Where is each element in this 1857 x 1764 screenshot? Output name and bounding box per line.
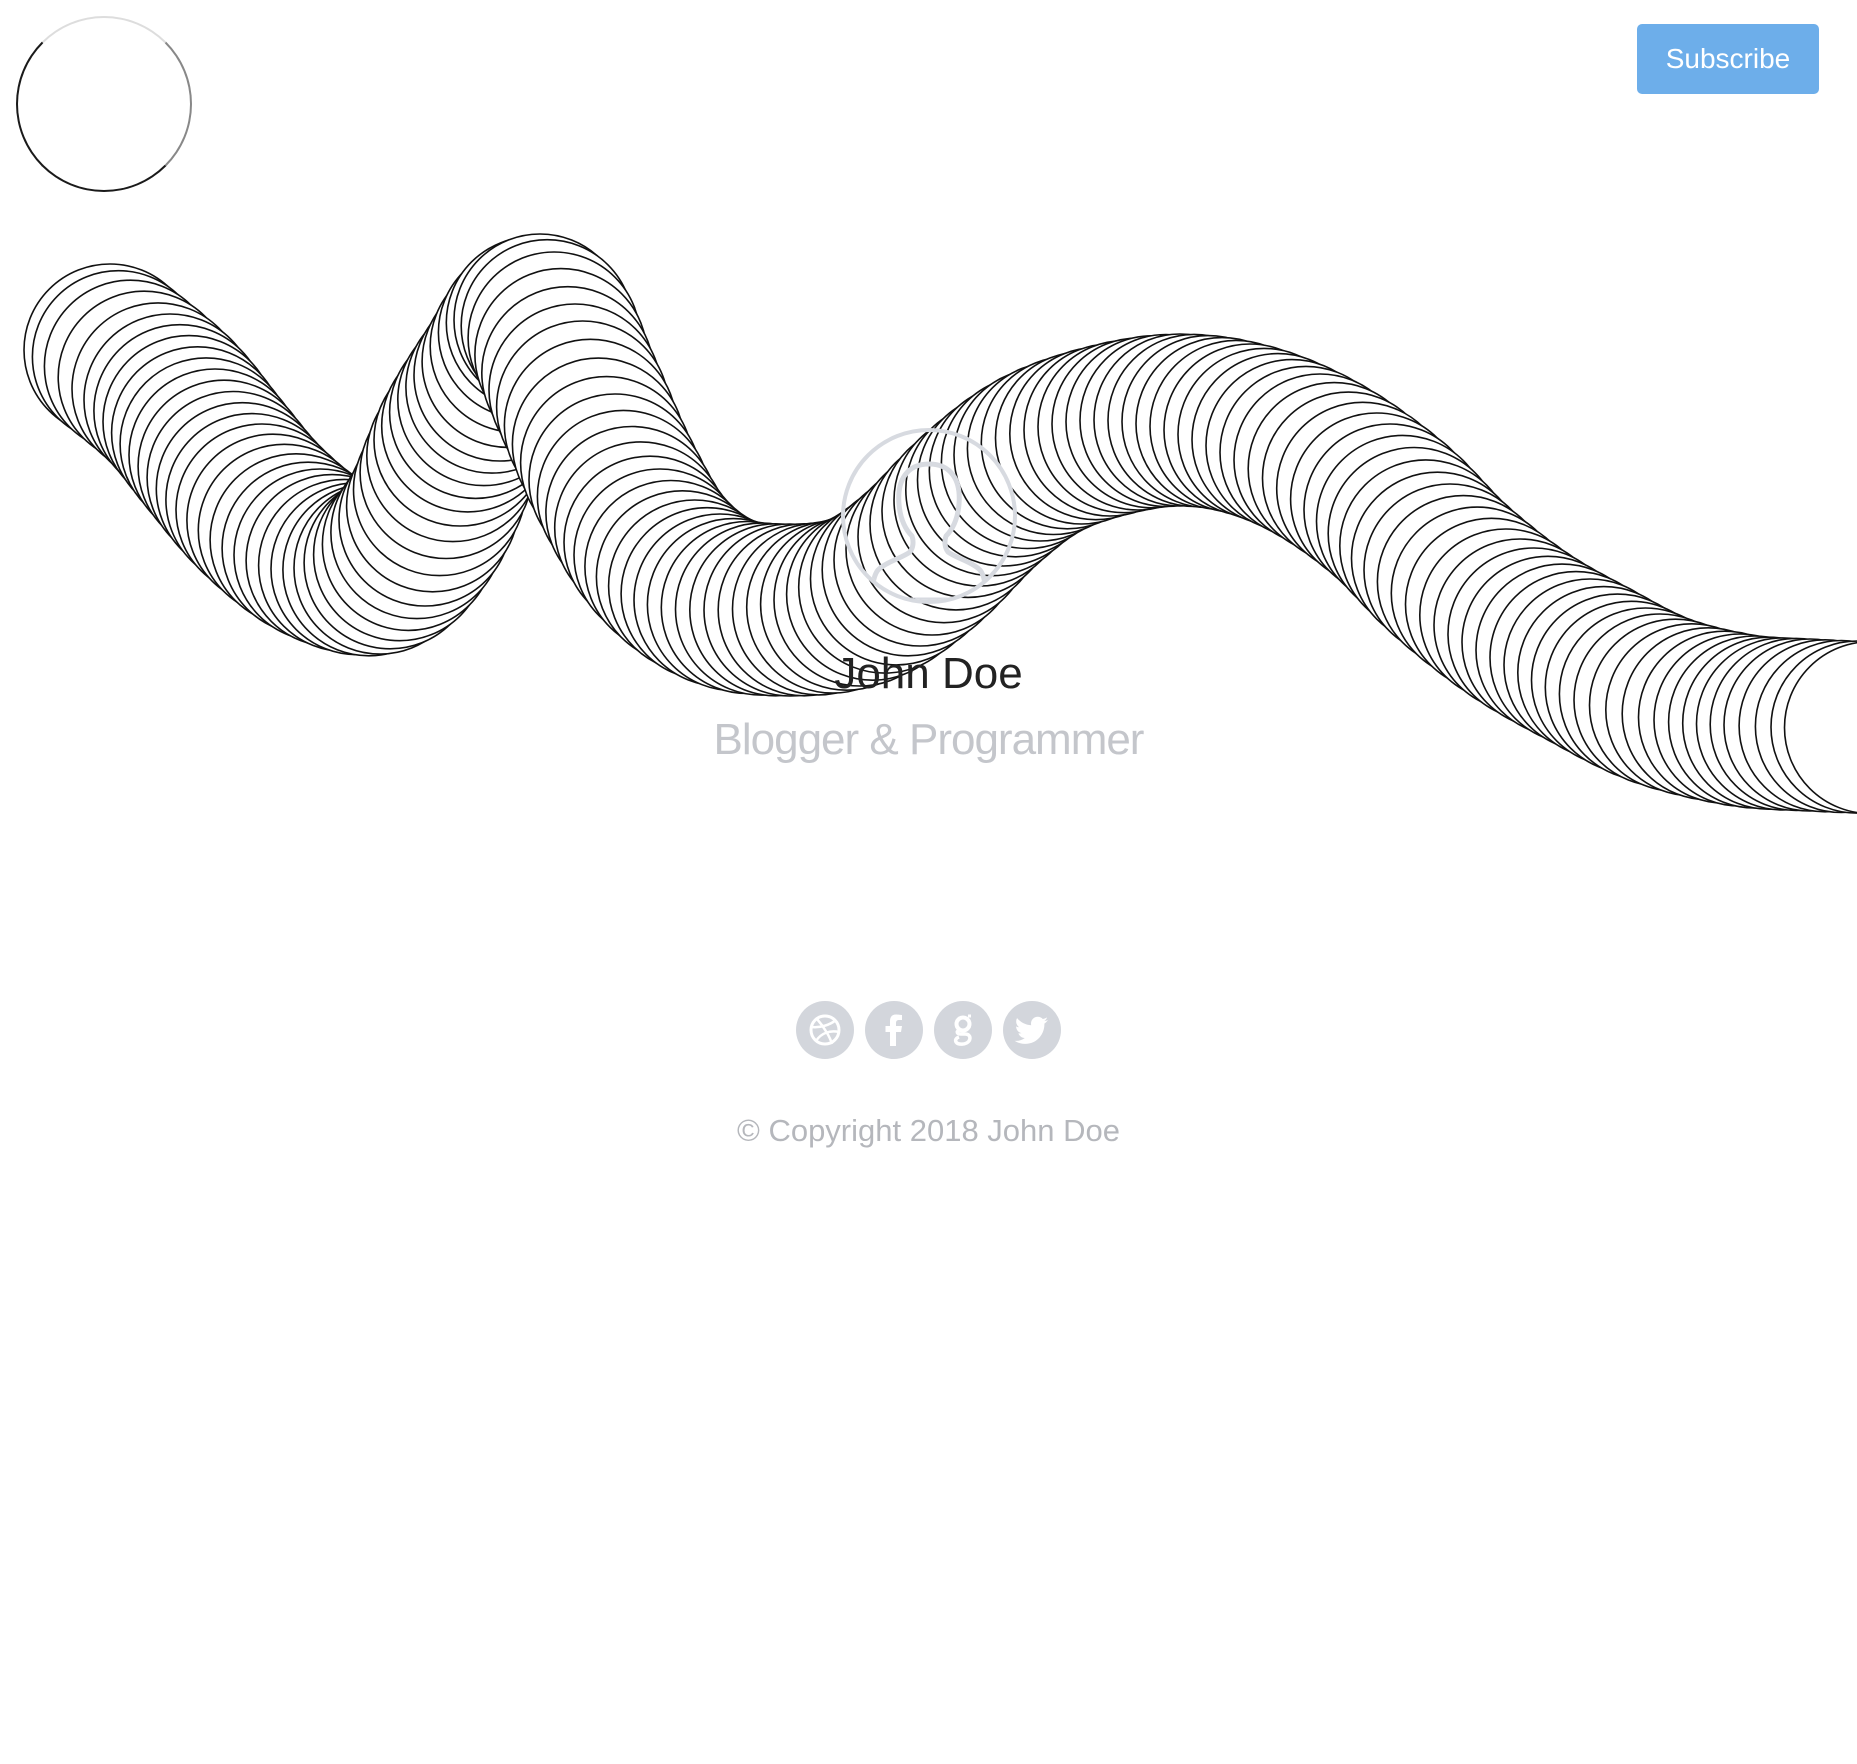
facebook-icon <box>885 1014 902 1046</box>
subscribe-button[interactable]: Subscribe <box>1637 24 1819 94</box>
avatar <box>840 428 1017 604</box>
twitter-icon <box>1014 1016 1048 1044</box>
profile-role: Blogger & Programmer <box>713 715 1145 764</box>
page: Subscribe John Doe Blogger & Programmer <box>0 0 1857 1764</box>
copyright-text: © Copyright 2018 John Doe <box>736 1113 1121 1148</box>
social-links <box>0 1001 1857 1059</box>
user-silhouette-icon <box>869 461 988 600</box>
profile-name: John Doe <box>834 649 1023 698</box>
cursor-ring <box>16 16 192 192</box>
dribbble-icon <box>809 1014 841 1046</box>
google-icon <box>953 1014 972 1046</box>
social-link-twitter[interactable] <box>1003 1001 1061 1059</box>
cursor-trail-rings <box>23 233 1857 814</box>
social-link-google[interactable] <box>934 1001 992 1059</box>
profile-section: John Doe Blogger & Programmer <box>0 428 1857 768</box>
social-link-facebook[interactable] <box>865 1001 923 1059</box>
social-link-dribbble[interactable] <box>796 1001 854 1059</box>
